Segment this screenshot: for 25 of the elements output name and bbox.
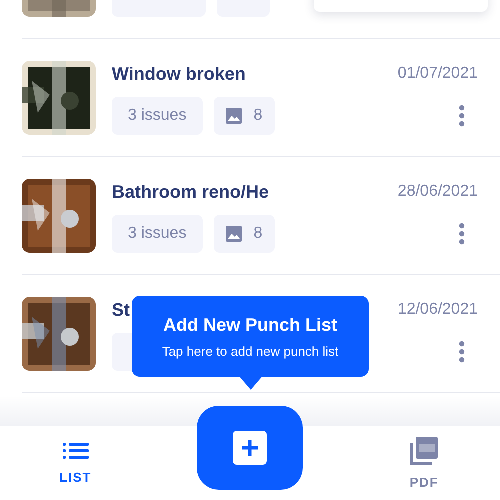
tooltip-text: Tap here to add new punch list xyxy=(162,344,339,358)
tooltip-title: Add New Punch List xyxy=(163,314,338,336)
photo-number: 8 xyxy=(254,225,263,243)
plus-icon xyxy=(232,431,267,465)
nav-tab[interactable]: PDF xyxy=(394,436,454,490)
image-icon xyxy=(226,226,242,242)
photo-number: 8 xyxy=(254,107,263,125)
add-button[interactable] xyxy=(196,406,303,490)
more-icon[interactable] xyxy=(459,223,465,245)
tooltip-pointer-icon xyxy=(239,376,263,390)
issues-count: 3 issues xyxy=(112,97,203,135)
tooltip[interactable]: Add New Punch List Tap here to add new punch list xyxy=(132,296,369,377)
list-title[interactable]: Bathroom reno/He xyxy=(112,182,270,202)
image-icon xyxy=(226,108,242,124)
list-icon xyxy=(62,442,89,460)
nav-tab[interactable]: LIST xyxy=(46,442,106,484)
date-text: 01/07/2021 xyxy=(398,65,478,83)
date-text: 28/06/2021 xyxy=(398,183,478,201)
list-title[interactable]: Window broken xyxy=(112,64,246,84)
pdf-file-icon xyxy=(410,436,438,464)
more-icon[interactable] xyxy=(459,341,465,363)
issues-count: 3 issues xyxy=(112,215,203,253)
list-title[interactable]: St xyxy=(112,300,130,320)
date-text: 12/06/2021 xyxy=(398,301,478,319)
more-icon[interactable] xyxy=(459,105,465,127)
